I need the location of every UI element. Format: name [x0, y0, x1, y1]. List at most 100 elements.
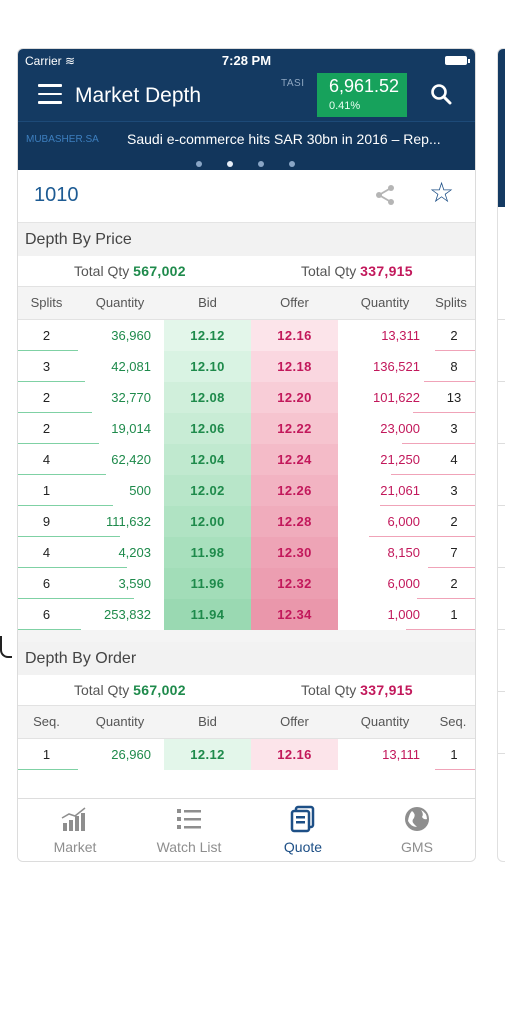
tab-bar: Market Watch List Quote GMS — [18, 798, 475, 861]
offer-splits: 13 — [446, 390, 462, 405]
offer-quantity: 6,000 — [387, 576, 420, 591]
tab-quote[interactable]: Quote — [246, 805, 360, 855]
tab-watch-list-label: Watch List — [156, 839, 222, 855]
navbar: Market Depth TASI 6,961.52 0.41% — [18, 71, 475, 121]
total-offer-label: Total Qty — [301, 263, 357, 279]
table-row[interactable]: 3 42,081 12.10 12.18 136,521 8 — [18, 351, 475, 382]
bid-quantity: 62,420 — [111, 452, 151, 467]
col-quantity: Quantity — [360, 295, 410, 310]
table-row[interactable]: 4 4,203 11.98 12.30 8,150 7 — [18, 537, 475, 568]
news-ticker[interactable]: MUBASHER.SA Saudi e-commerce hits SAR 30… — [18, 121, 475, 170]
bid-quantity: 111,632 — [105, 514, 151, 529]
offer-splits: 1 — [450, 607, 458, 622]
tab-quote-label: Quote — [283, 839, 323, 855]
bid-price: 12.10 — [190, 359, 225, 374]
table-row[interactable]: 2 36,960 12.12 12.16 13,311 2 — [18, 320, 475, 351]
status-bar: Carrier ≋ 7:28 PM — [18, 49, 475, 71]
offer-quantity: 101,622 — [373, 390, 420, 405]
search-icon[interactable] — [430, 83, 452, 105]
tab-watch-list[interactable]: Watch List — [132, 805, 246, 855]
table-row[interactable]: 1 500 12.02 12.26 21,061 3 — [18, 475, 475, 506]
col-seq: Seq. — [33, 714, 60, 729]
index-value: 6,961.52 — [329, 76, 400, 96]
offer-splits: 2 — [450, 576, 458, 591]
page-dot[interactable] — [196, 161, 202, 167]
app-header: Carrier ≋ 7:28 PM Market Depth TASI 6,96… — [18, 49, 475, 170]
offer-quantity: 21,250 — [380, 452, 420, 467]
table-row[interactable]: 2 32,770 12.08 12.20 101,622 13 — [18, 382, 475, 413]
offer-price: 12.16 — [277, 328, 312, 343]
table-row[interactable]: 9 111,632 12.00 12.28 6,000 2 — [18, 506, 475, 537]
index-label: TASI — [281, 78, 305, 89]
offer-price: 12.32 — [277, 576, 312, 591]
table-row[interactable]: 2 19,014 12.06 12.22 23,000 3 — [18, 413, 475, 444]
offer-quantity: 13,311 — [381, 328, 420, 343]
bid-quantity: 19,014 — [111, 421, 151, 436]
page-title: Market Depth — [75, 84, 202, 107]
globe-icon — [405, 807, 429, 831]
index-badge[interactable]: 6,961.52 0.41% — [317, 73, 407, 117]
col-seq: Seq. — [439, 714, 467, 729]
page-dot[interactable] — [289, 161, 295, 167]
bid-splits: 2 — [42, 421, 51, 436]
market-chart-icon — [61, 807, 86, 831]
order-table-header: Seq. Quantity Bid Offer Quantity Seq. — [18, 705, 475, 739]
bid-price: 12.12 — [190, 328, 225, 343]
bid-quantity: 253,832 — [104, 607, 151, 622]
col-quantity: Quantity — [360, 714, 410, 729]
bid-price: 11.94 — [190, 607, 225, 622]
quote-icon — [290, 805, 315, 833]
total-offer-label: Total Qty — [301, 682, 357, 698]
battery-icon — [445, 56, 470, 65]
menu-icon[interactable] — [38, 84, 62, 104]
offer-splits: 2 — [450, 328, 458, 343]
offer-price: 12.16 — [277, 747, 312, 762]
bid-price: 12.06 — [190, 421, 225, 436]
bid-price: 12.04 — [190, 452, 225, 467]
news-headline[interactable]: Saudi e-commerce hits SAR 30bn in 2016 –… — [127, 131, 441, 147]
page-dot[interactable] — [258, 161, 264, 167]
bid-quantity: 4,203 — [118, 545, 151, 560]
offer-quantity: 21,061 — [380, 483, 420, 498]
bid-quantity: 42,081 — [111, 359, 151, 374]
offer-quantity: 23,000 — [380, 421, 420, 436]
bid-splits: 6 — [42, 607, 51, 622]
offer-price: 12.22 — [277, 421, 312, 436]
offer-quantity: 13,111 — [382, 747, 420, 762]
table-row[interactable]: 6 253,832 11.94 12.34 1,000 1 — [18, 599, 475, 630]
bid-quantity: 26,960 — [111, 747, 151, 762]
bid-price: 11.98 — [190, 545, 225, 560]
page-dot-active[interactable] — [227, 161, 233, 167]
col-bid: Bid — [198, 714, 217, 729]
bid-splits: 4 — [42, 545, 51, 560]
offer-price: 12.30 — [277, 545, 312, 560]
table-row[interactable]: 6 3,590 11.96 12.32 6,000 2 — [18, 568, 475, 599]
share-icon[interactable] — [373, 183, 397, 207]
bid-price: 12.12 — [190, 747, 225, 762]
bid-quantity: 36,960 — [111, 328, 151, 343]
col-splits: Splits — [30, 295, 63, 310]
total-offer-qty: 337,915 — [360, 682, 413, 698]
offer-quantity: 1,000 — [387, 607, 420, 622]
col-quantity: Quantity — [95, 295, 145, 310]
table-row[interactable]: 4 62,420 12.04 12.24 21,250 4 — [18, 444, 475, 475]
favorite-star-icon[interactable]: ☆ — [429, 179, 454, 207]
tab-market-label: Market — [53, 839, 97, 855]
tab-gms[interactable]: GMS — [360, 805, 474, 855]
offer-splits: 7 — [450, 545, 458, 560]
depth-by-price-title: Depth By Price — [18, 223, 475, 256]
bid-splits: 3 — [42, 359, 51, 374]
order-table-body: 1 26,960 12.12 12.16 13,111 1 — [18, 739, 475, 770]
bid-price: 12.08 — [190, 390, 225, 405]
tab-gms-label: GMS — [401, 839, 433, 855]
news-source: MUBASHER.SA — [26, 134, 99, 145]
tab-market[interactable]: Market — [18, 805, 132, 855]
offer-splits: 3 — [450, 483, 458, 498]
offer-splits: 4 — [450, 452, 458, 467]
table-row[interactable]: 1 26,960 12.12 12.16 13,111 1 — [18, 739, 475, 770]
price-table-body: 2 36,960 12.12 12.16 13,311 2 3 42,081 12.10 12.1… — [18, 320, 475, 630]
offer-price: 12.24 — [277, 452, 312, 467]
offer-price: 12.18 — [277, 359, 312, 374]
col-bid: Bid — [198, 295, 217, 310]
bid-splits: 1 — [42, 483, 51, 498]
